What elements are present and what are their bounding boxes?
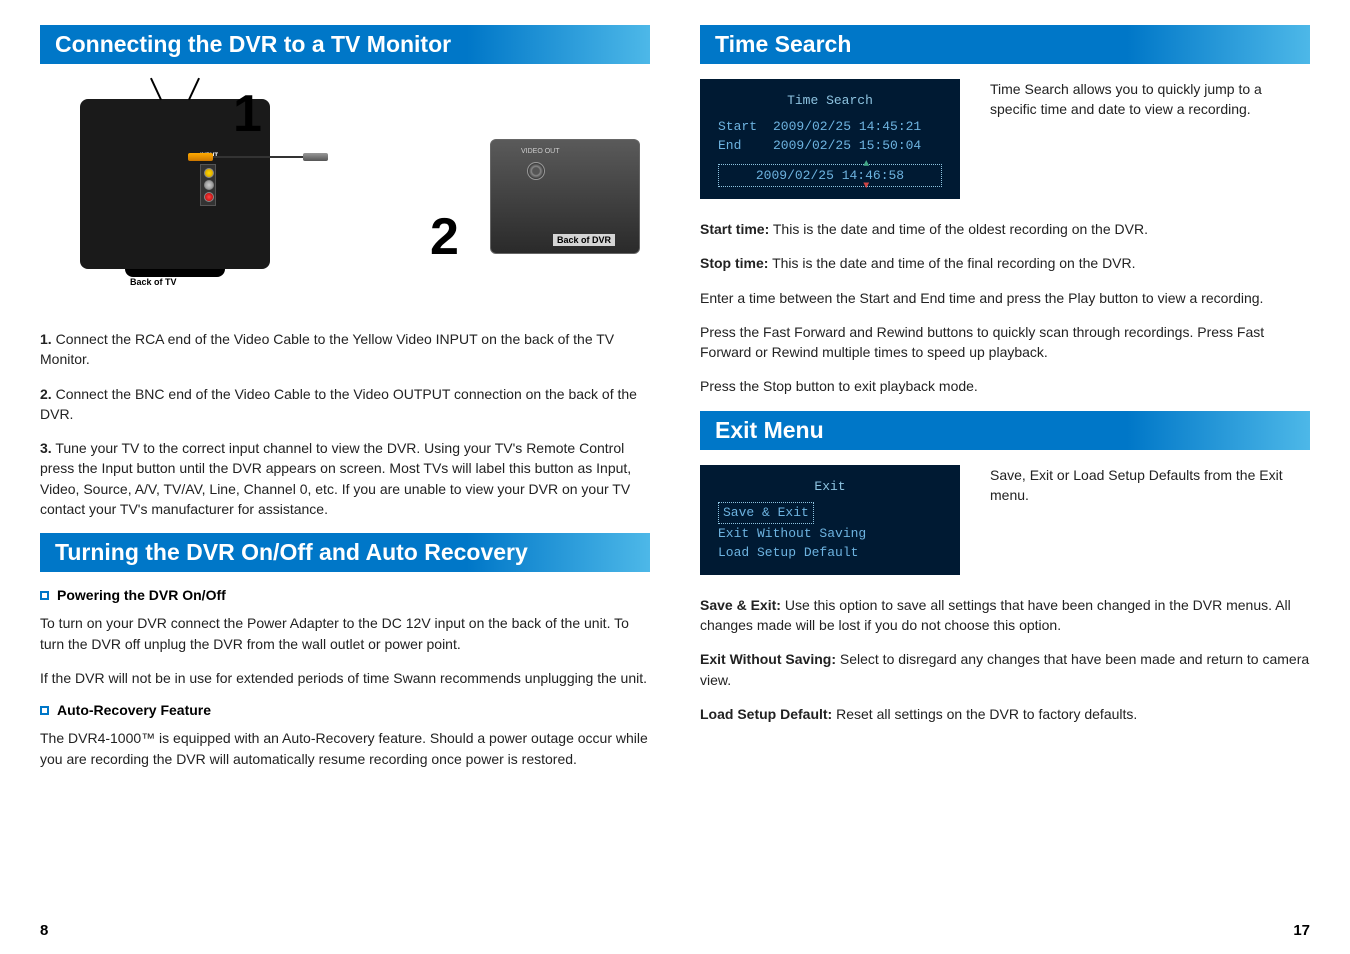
back-of-dvr-label: Back of DVR <box>553 234 615 246</box>
tv-antenna-icon <box>145 81 205 101</box>
subhead-auto-recovery: Auto-Recovery Feature <box>40 702 650 718</box>
ff-text: Press the Fast Forward and Rewind button… <box>700 322 1310 363</box>
subhead-powering: Powering the DVR On/Off <box>40 587 650 603</box>
exit-menu-screenshot: Exit Save & Exit Exit Without Saving Loa… <box>700 465 960 575</box>
cable-wire-icon <box>213 156 303 158</box>
step-1-text: 1. Connect the RCA end of the Video Cabl… <box>40 329 650 370</box>
exit-menu-intro: Save, Exit or Load Setup Defaults from t… <box>990 465 1310 575</box>
enter-time-text: Enter a time between the Start and End t… <box>700 288 1310 308</box>
save-exit-text: Save & Exit: Use this option to save all… <box>700 595 1310 636</box>
bnc-jack-icon <box>527 162 545 180</box>
section-header-time-search: Time Search <box>700 25 1310 64</box>
start-time-text: Start time: This is the date and time of… <box>700 219 1310 239</box>
exit-menu-block: Exit Save & Exit Exit Without Saving Loa… <box>700 465 1310 575</box>
stop-text: Press the Stop button to exit playback m… <box>700 376 1310 396</box>
load-default-text: Load Setup Default: Reset all settings o… <box>700 704 1310 724</box>
exit-without-text: Exit Without Saving: Select to disregard… <box>700 649 1310 690</box>
dvr-video-out-label: VIDEO OUT <box>521 148 560 155</box>
arrow-down-icon: ▼ <box>863 179 869 194</box>
video-cable-icon <box>188 153 328 161</box>
step-2-text: 2. Connect the BNC end of the Video Cabl… <box>40 384 650 425</box>
exit-item-without: Exit Without Saving <box>718 524 942 544</box>
time-search-block: Time Search Start 2009/02/25 14:45:21 En… <box>700 79 1310 199</box>
rca-red-icon <box>204 192 214 202</box>
section-header-exit-menu: Exit Menu <box>700 411 1310 450</box>
rca-plug-icon <box>188 153 213 161</box>
exit-item-save: Save & Exit <box>718 502 942 524</box>
tv-rca-inputs <box>200 164 216 206</box>
connection-diagram: INPUT Back of TV 1 2 VIDEO OUT Back of D… <box>40 79 650 304</box>
auto-recovery-text: The DVR4-1000™ is equipped with an Auto-… <box>40 728 650 769</box>
ts-start-row: Start 2009/02/25 14:45:21 <box>718 117 942 137</box>
exit-title: Exit <box>718 477 942 497</box>
time-search-intro: Time Search allows you to quickly jump t… <box>990 79 1310 199</box>
page-left: Connecting the DVR to a TV Monitor INPUT… <box>40 25 650 939</box>
step-3-text: 3. Tune your TV to the correct input cha… <box>40 438 650 519</box>
rca-yellow-icon <box>204 168 214 178</box>
back-of-tv-label: Back of TV <box>130 277 177 287</box>
bullet-square-icon <box>40 706 49 715</box>
page-right: Time Search Time Search Start 2009/02/25… <box>700 25 1310 939</box>
page-number-right: 17 <box>700 922 1310 939</box>
stop-time-text: Stop time: This is the date and time of … <box>700 253 1310 273</box>
ts-end-row: End 2009/02/25 15:50:04 <box>718 136 942 156</box>
section-header-connecting: Connecting the DVR to a TV Monitor <box>40 25 650 64</box>
ts-title: Time Search <box>718 91 942 111</box>
exit-item-default: Load Setup Default <box>718 543 942 563</box>
bullet-square-icon <box>40 591 49 600</box>
section-header-power: Turning the DVR On/Off and Auto Recovery <box>40 533 650 572</box>
bnc-plug-icon <box>303 153 328 161</box>
powering-text-1: To turn on your DVR connect the Power Ad… <box>40 613 650 654</box>
arrow-up-icon: ▲ <box>863 157 869 172</box>
tv-foot-icon <box>125 269 225 277</box>
time-search-screenshot: Time Search Start 2009/02/25 14:45:21 En… <box>700 79 960 199</box>
diagram-number-1: 1 <box>233 84 262 144</box>
page-number-left: 8 <box>40 922 650 939</box>
diagram-number-2: 2 <box>430 207 459 267</box>
ts-selected-time: ▲ 2009/02/25 14:46:58 ▼ <box>718 164 942 188</box>
powering-text-2: If the DVR will not be in use for extend… <box>40 668 650 688</box>
rca-white-icon <box>204 180 214 190</box>
